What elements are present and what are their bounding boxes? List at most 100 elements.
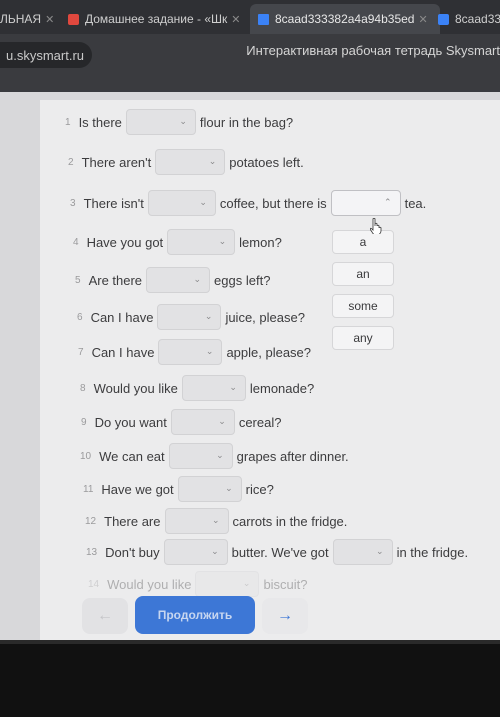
- row-text: in the fridge.: [396, 544, 469, 560]
- row-number: 6: [77, 311, 83, 323]
- row-text: We can eat: [99, 448, 165, 464]
- row-number: 9: [81, 416, 87, 428]
- answer-select[interactable]: ⌄: [157, 304, 222, 330]
- url-text: u.skysmart.ru: [6, 47, 85, 63]
- chevron-up-icon: ⌃: [384, 197, 392, 207]
- address-bar: u.skysmart.ru Интерактивная рабочая тетр…: [0, 34, 500, 92]
- footer-divider: [0, 640, 500, 644]
- row-text: There are: [104, 513, 161, 529]
- document-icon: [258, 13, 269, 25]
- exercise-row: 3 There isn't ⌄ coffee, but there is ⌃ t…: [70, 189, 426, 217]
- exercise-row: 11 Have we got ⌄ rice?: [83, 475, 274, 503]
- exercise-row: 10 We can eat ⌄ grapes after dinner.: [80, 442, 349, 470]
- answer-select[interactable]: ⌄: [158, 339, 223, 365]
- row-text: Do you want: [94, 414, 167, 430]
- chevron-down-icon: ⌄: [242, 578, 251, 588]
- row-text: Is there: [78, 114, 122, 130]
- options-dropdown: a an some any: [332, 230, 394, 358]
- tab-title: Домашнее задание - «Шк: [85, 12, 228, 26]
- exercise-row: 2 There aren't ⌄ potatoes left.: [68, 148, 304, 176]
- answer-select[interactable]: ⌄: [170, 409, 235, 435]
- page-title: Интерактивная рабочая тетрадь Skysmart: [246, 43, 500, 58]
- row-number: 2: [68, 156, 74, 168]
- close-icon[interactable]: ✕: [231, 13, 240, 26]
- exercise-row: 5 Are there ⌄ eggs left?: [75, 266, 270, 294]
- dropdown-option[interactable]: some: [332, 294, 394, 318]
- exercise-row: 7 Can I have ⌄ apple, please?: [78, 338, 311, 366]
- chevron-down-icon: ⌄: [229, 382, 237, 392]
- dropdown-option[interactable]: an: [332, 262, 394, 286]
- answer-select[interactable]: ⌄: [164, 508, 229, 534]
- answer-select[interactable]: ⌄: [125, 109, 196, 135]
- row-text: lemonade?: [249, 380, 315, 396]
- chevron-down-icon: ⌄: [208, 156, 217, 166]
- row-text: Have we got: [101, 481, 174, 497]
- row-text: Would you like: [107, 576, 192, 592]
- next-button[interactable]: →: [262, 598, 308, 634]
- tab-title: 8caad333: [455, 12, 500, 26]
- chevron-down-icon: ⌄: [179, 116, 187, 126]
- row-text: Are there: [88, 272, 143, 288]
- row-text: apple, please?: [226, 344, 312, 360]
- row-number: 12: [85, 515, 97, 527]
- answer-select[interactable]: ⌄: [167, 229, 236, 255]
- chevron-down-icon: ⌄: [211, 515, 220, 525]
- dropdown-option[interactable]: a: [332, 230, 394, 254]
- answer-select[interactable]: ⌄: [195, 571, 260, 597]
- row-text: rice?: [245, 481, 274, 497]
- exercise-row: 13 Don't buy ⌄ butter. We've got ⌄ in th…: [86, 538, 468, 566]
- chevron-down-icon: ⌄: [205, 346, 214, 356]
- browser-tab-active[interactable]: 8caad333382a4a94b35ed ✕: [250, 4, 440, 34]
- browser-tab[interactable]: Домашнее задание - «Шк ✕: [68, 4, 243, 34]
- back-button[interactable]: ←: [82, 598, 128, 634]
- answer-select[interactable]: ⌄: [332, 539, 393, 565]
- row-text: carrots in the fridge.: [232, 513, 348, 529]
- exercise-row: 4 Have you got ⌄ lemon?: [73, 228, 282, 256]
- chevron-down-icon: ⌄: [204, 311, 213, 321]
- row-text: grapes after dinner.: [236, 448, 349, 464]
- answer-select[interactable]: ⌄: [181, 375, 246, 401]
- answer-select[interactable]: ⌄: [147, 190, 216, 216]
- exercise-row: 1 Is there ⌄ flour in the bag?: [65, 108, 293, 136]
- row-text: Can I have: [90, 309, 154, 325]
- row-number: 5: [75, 274, 81, 286]
- answer-select[interactable]: ⌄: [168, 443, 233, 469]
- row-text: flour in the bag?: [199, 114, 294, 130]
- row-text: potatoes left.: [229, 154, 304, 170]
- row-text: Have you got: [86, 234, 164, 250]
- url-field[interactable]: u.skysmart.ru: [0, 42, 93, 68]
- exercise-row: 14 Would you like ⌄ biscuit?: [88, 570, 308, 598]
- browser-tab[interactable]: ЛЬНАЯ ✕: [0, 4, 62, 34]
- answer-select[interactable]: ⌄: [146, 267, 211, 293]
- answer-select[interactable]: ⌄: [177, 476, 242, 502]
- answer-select[interactable]: ⌄: [155, 149, 226, 175]
- chevron-down-icon: ⌄: [225, 483, 233, 493]
- tab-title: ЛЬНАЯ: [0, 12, 42, 26]
- worksheet: 1 Is there ⌄ flour in the bag? 2 There a…: [40, 100, 500, 640]
- close-icon[interactable]: ✕: [45, 13, 54, 26]
- browser-tab-bar: ЛЬНАЯ ✕ Домашнее задание - «Шк ✕ 8caad33…: [0, 0, 500, 34]
- chevron-down-icon: ⌄: [376, 546, 384, 556]
- answer-select-open[interactable]: ⌃: [330, 190, 401, 216]
- row-text: cereal?: [238, 414, 282, 430]
- close-icon[interactable]: ✕: [418, 13, 427, 26]
- exercise-row: 12 There are ⌄ carrots in the fridge.: [85, 507, 347, 535]
- row-text: coffee, but there is: [219, 195, 327, 211]
- chevron-down-icon: ⌄: [216, 450, 224, 460]
- browser-tab[interactable]: 8caad333: [438, 4, 500, 34]
- answer-select[interactable]: ⌄: [163, 539, 228, 565]
- row-text: There aren't: [81, 154, 152, 170]
- row-text: Don't buy: [105, 544, 160, 560]
- row-number: 1: [65, 116, 71, 128]
- row-text: eggs left?: [214, 272, 271, 288]
- row-text: Can I have: [91, 344, 155, 360]
- continue-button[interactable]: Продолжить: [135, 596, 255, 634]
- row-text: Would you like: [93, 380, 178, 396]
- school-icon: [68, 13, 79, 25]
- chevron-down-icon: ⌄: [218, 416, 226, 426]
- row-number: 14: [88, 578, 100, 590]
- row-text: lemon?: [239, 234, 282, 250]
- dropdown-option[interactable]: any: [332, 326, 394, 350]
- exercise-row: 9 Do you want ⌄ cereal?: [81, 408, 281, 436]
- exercise-row: 8 Would you like ⌄ lemonade?: [80, 374, 314, 402]
